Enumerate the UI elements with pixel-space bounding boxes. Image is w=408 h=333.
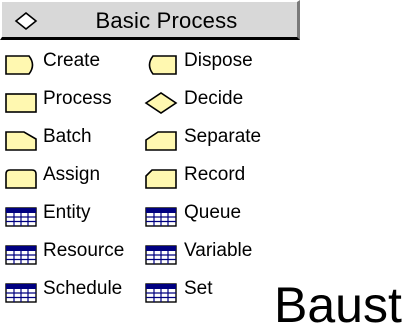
data-module-entity[interactable]: Entity: [4, 200, 144, 232]
spreadsheet-icon: [145, 283, 177, 303]
panel-header[interactable]: Basic Process: [0, 0, 300, 40]
panel-title: Basic Process: [95, 8, 238, 33]
data-module-label: Entity: [43, 202, 91, 223]
spreadsheet-icon: [5, 207, 37, 227]
module-create[interactable]: Create: [4, 48, 144, 80]
data-module-label: Set: [184, 278, 213, 299]
module-label: Batch: [43, 126, 92, 147]
spreadsheet-icon: [145, 245, 177, 265]
module-batch[interactable]: Batch: [4, 124, 144, 156]
data-module-label: Schedule: [43, 278, 123, 299]
module-assign[interactable]: Assign: [4, 162, 144, 194]
assign-module-icon: [5, 169, 37, 189]
module-label: Assign: [43, 164, 101, 185]
module-label: Decide: [184, 88, 244, 109]
dispose-module-icon: [148, 55, 177, 75]
separate-module-icon: [145, 131, 177, 151]
data-module-label: Variable: [184, 240, 253, 261]
data-module-label: Resource: [43, 240, 125, 261]
module-separate[interactable]: Separate: [144, 124, 284, 156]
data-module-resource[interactable]: Resource: [4, 238, 144, 270]
spreadsheet-icon: [5, 283, 37, 303]
record-module-icon: [145, 169, 177, 189]
module-label: Separate: [184, 126, 262, 147]
data-module-queue[interactable]: Queue: [144, 200, 284, 232]
decide-module-icon: [144, 92, 178, 114]
module-label: Record: [184, 164, 246, 185]
data-module-label: Queue: [184, 202, 242, 223]
spreadsheet-icon: [145, 207, 177, 227]
data-module-set[interactable]: Set: [144, 276, 284, 308]
module-record[interactable]: Record: [144, 162, 284, 194]
basic-process-panel: Basic Process Create Dispose Process Dec…: [0, 0, 300, 323]
diamond-icon: [14, 11, 38, 31]
module-decide[interactable]: Decide: [144, 86, 284, 118]
process-module-icon: [5, 93, 37, 113]
module-label: Process: [43, 88, 112, 109]
data-module-variable[interactable]: Variable: [144, 238, 284, 270]
batch-module-icon: [5, 131, 37, 151]
create-module-icon: [5, 55, 34, 75]
module-label: Create: [43, 50, 101, 71]
module-dispose[interactable]: Dispose: [144, 48, 284, 80]
module-process[interactable]: Process: [4, 86, 144, 118]
data-module-schedule[interactable]: Schedule: [4, 276, 144, 308]
module-label: Dispose: [184, 50, 253, 71]
spreadsheet-icon: [5, 245, 37, 265]
